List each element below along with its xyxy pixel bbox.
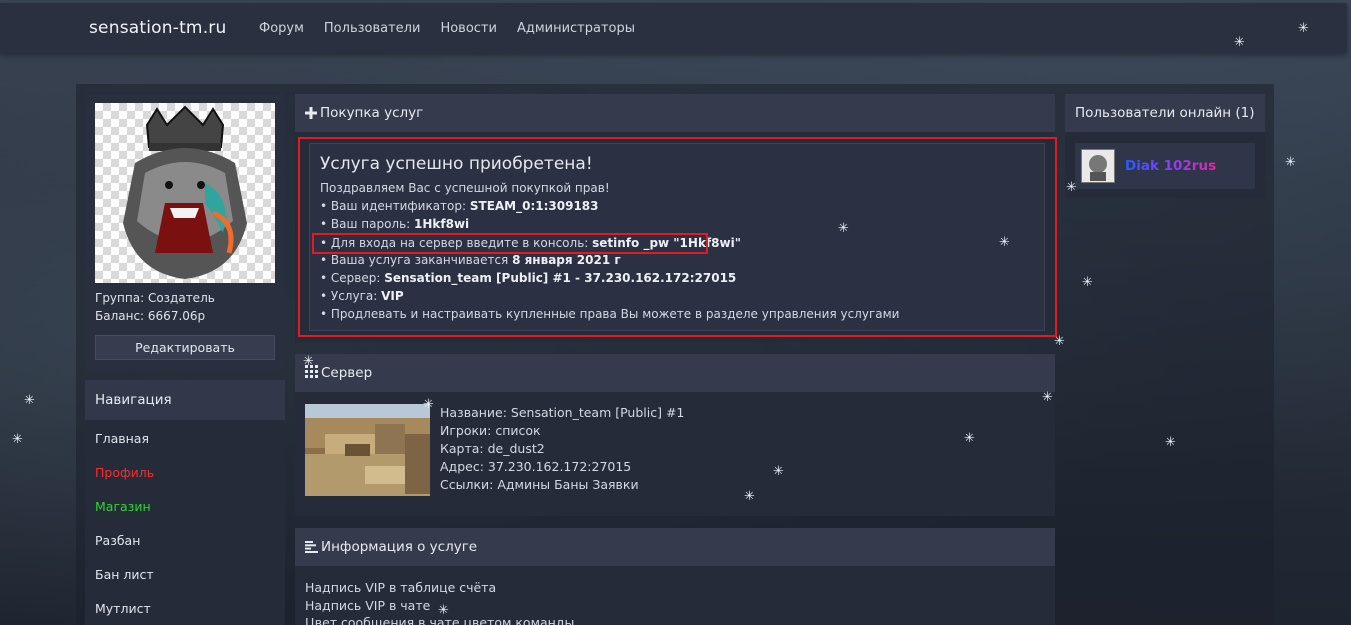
server-header-label: Сервер [321, 365, 373, 381]
sidebar-item-banlist[interactable]: Бан лист [95, 567, 154, 582]
sidebar-item-unban[interactable]: Разбан [95, 533, 140, 548]
profile-balance: Баланс: 6667.06р [95, 309, 206, 323]
purchase-line-expiry: • Ваша услуга заканчивается 8 января 202… [320, 253, 621, 267]
service-info-header-label: Информация о услуге [321, 539, 478, 555]
purchase-line-id: • Ваш идентификатор: STEAM_0:1:309183 [320, 199, 599, 213]
lion-icon [123, 105, 247, 279]
sidebar-item-shop[interactable]: Магазин [95, 499, 151, 514]
server-links[interactable]: Ссылки: Админы Баны Заявки [440, 477, 639, 492]
congrats-text: Поздравляем Вас с успешной покупкой прав… [320, 181, 610, 195]
edit-profile-button[interactable]: Редактировать [95, 335, 275, 360]
server-map: Карта: de_dust2 [440, 441, 545, 456]
purchase-line-server: • Сервер: Sensation_team [Public] #1 - 3… [320, 271, 737, 285]
online-user-avatar[interactable] [1081, 149, 1115, 183]
highlight-box-console [312, 233, 708, 254]
plus-icon [305, 107, 317, 119]
sidebar-item-home[interactable]: Главная [95, 431, 149, 446]
map-preview-image [305, 404, 430, 496]
purchase-line-password: • Ваш пароль: 1Hkf8wi [320, 217, 470, 231]
profile-avatar [95, 103, 275, 283]
top-navbar: sensation-tm.ru Форум Пользователи Новос… [0, 3, 1347, 53]
server-players[interactable]: Игроки: список [440, 423, 541, 438]
user-avatar-icon [1089, 155, 1107, 181]
site-brand[interactable]: sensation-tm.ru [89, 18, 226, 38]
list-icon [305, 541, 318, 553]
nav-news[interactable]: Новости [440, 21, 497, 36]
service-info-line-3: Цвет сообщения в чате цветом команды [305, 615, 575, 625]
service-info-header: Информация о услуге [295, 528, 1055, 566]
purchase-header: Покупка услуг [295, 94, 1055, 132]
server-header: Сервер [295, 354, 1055, 392]
server-address: Адрес: 37.230.162.172:27015 [440, 459, 632, 474]
top-nav: Форум Пользователи Новости Администратор… [259, 21, 635, 36]
grid-icon [305, 365, 318, 378]
nav-forum[interactable]: Форум [259, 21, 304, 36]
service-info-line-1: Надпись VIP в таблице счёта [305, 580, 497, 595]
online-user-name[interactable]: Diak 102rus [1125, 158, 1216, 174]
purchase-line-manage: • Продлевать и настраивать купленные пра… [320, 307, 900, 321]
navigation-title: Навигация [85, 380, 285, 420]
success-title: Услуга успешно приобретена! [320, 154, 593, 174]
service-info-line-2: Надпись VIP в чате [305, 598, 431, 613]
sidebar-item-mutelist[interactable]: Мутлист [95, 601, 151, 616]
sidebar-item-profile[interactable]: Профиль [95, 465, 154, 480]
online-users-header: Пользователи онлайн (1) [1065, 94, 1265, 132]
map-preview-graphic [305, 404, 430, 496]
profile-group: Группа: Создатель [95, 291, 215, 305]
nav-users[interactable]: Пользователи [324, 21, 421, 36]
nav-admins[interactable]: Администраторы [517, 21, 635, 36]
server-name: Название: Sensation_team [Public] #1 [440, 405, 685, 420]
purchase-line-service: • Услуга: VIP [320, 289, 404, 303]
purchase-header-label: Покупка услуг [320, 105, 424, 121]
